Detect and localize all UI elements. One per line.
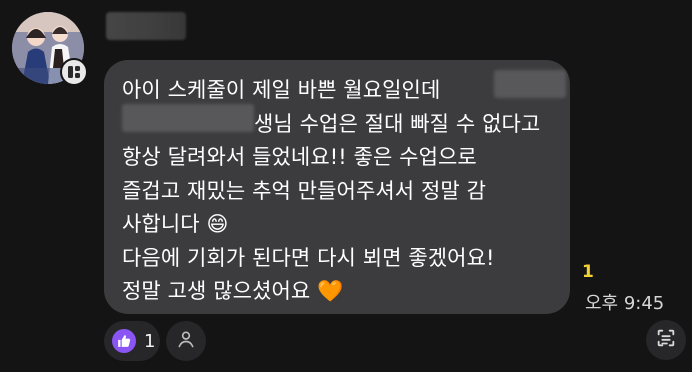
message-line: 즐겁고 재밌는 추억 만들어주셔서 정말 감 — [122, 178, 487, 203]
like-reaction-button[interactable]: 1 — [104, 321, 160, 361]
thumbs-up-icon — [112, 329, 136, 353]
redacted-text-block-2 — [122, 104, 254, 132]
message-time: 오후 9:45 — [585, 293, 665, 314]
message-bubble[interactable]: 아이 스케줄이 제일 바쁜 월요일인데 생님 수업은 절대 빠질 수 없다고 항… — [104, 60, 570, 314]
message-line: 사합니다 😄 — [122, 212, 229, 236]
text-select-button[interactable] — [646, 320, 686, 360]
redacted-text-block-1 — [494, 70, 566, 98]
unread-count: 1 — [582, 262, 594, 282]
message-line: 아이 스케줄이 제일 바쁜 월요일인데 — [122, 78, 441, 102]
like-count: 1 — [144, 330, 156, 352]
sender-name-redacted — [106, 12, 186, 40]
user-icon — [176, 329, 196, 353]
text-select-icon — [655, 327, 677, 353]
message-line: 항상 달려와서 들었네요!! 좋은 수업으로 — [122, 145, 477, 169]
message-line: 정말 고생 많으셨어요 🧡 — [122, 279, 344, 303]
message-line: 다음에 기회가 된다면 다시 뵈면 좋겠어요! — [122, 245, 495, 270]
profile-badge-icon[interactable] — [60, 58, 88, 86]
reaction-user-button[interactable] — [166, 321, 206, 361]
